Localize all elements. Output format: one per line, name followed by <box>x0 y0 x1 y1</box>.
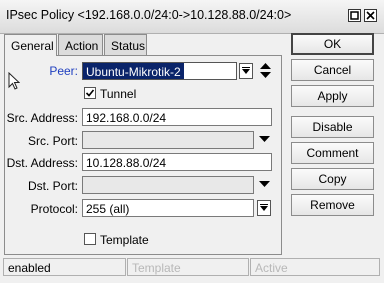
close-icon <box>366 11 375 20</box>
tab-status[interactable]: Status <box>104 34 147 55</box>
src-port-input[interactable] <box>82 131 254 149</box>
tunnel-checkbox[interactable] <box>84 87 96 99</box>
template-checkbox[interactable] <box>84 233 96 245</box>
src-port-dropdown-icon[interactable] <box>259 135 270 143</box>
tab-label: Status <box>111 39 146 53</box>
status-active: Active <box>250 258 380 276</box>
ipsec-policy-window: IPsec Policy <192.168.0.0/24:0->10.128.8… <box>0 0 384 283</box>
comment-button[interactable]: Comment <box>291 142 374 164</box>
restore-icon <box>350 11 359 20</box>
status-template: Template <box>127 258 249 276</box>
dst-address-value: 10.128.88.0/24 <box>86 156 167 170</box>
remove-button[interactable]: Remove <box>291 194 374 216</box>
ok-button[interactable]: OK <box>291 33 374 55</box>
disable-button[interactable]: Disable <box>291 116 374 138</box>
window-title: IPsec Policy <192.168.0.0/24:0->10.128.8… <box>6 8 292 22</box>
src-address-label: Src. Address: <box>6 111 78 125</box>
checkmark-icon <box>85 89 95 97</box>
dst-port-input[interactable] <box>82 176 254 194</box>
copy-button[interactable]: Copy <box>291 168 374 190</box>
protocol-select[interactable]: 255 (all) <box>82 199 254 217</box>
status-enabled: enabled <box>3 258 126 276</box>
src-address-value: 192.168.0.0/24 <box>86 111 167 125</box>
peer-dropdown-button[interactable] <box>239 63 253 79</box>
tab-label: General <box>11 39 54 53</box>
dst-address-input[interactable]: 10.128.88.0/24 <box>82 153 272 171</box>
peer-select[interactable]: Ubuntu-Mikrotik-2 <box>82 62 237 80</box>
dropdown-arrow-icon <box>242 67 250 74</box>
restore-button[interactable] <box>348 9 361 22</box>
protocol-dropdown-button[interactable] <box>257 200 271 216</box>
src-port-label: Src. Port: <box>27 134 78 148</box>
up-down-arrows-icon[interactable] <box>259 62 272 79</box>
tunnel-label: Tunnel <box>100 87 137 101</box>
apply-button[interactable]: Apply <box>291 85 374 107</box>
protocol-label: Protocol: <box>30 202 78 216</box>
tab-action[interactable]: Action <box>58 34 103 55</box>
template-label: Template <box>100 233 149 247</box>
dropdown-arrow-icon <box>260 204 268 211</box>
cancel-button[interactable]: Cancel <box>291 59 374 81</box>
src-address-input[interactable]: 192.168.0.0/24 <box>82 108 272 126</box>
tab-label: Action <box>65 39 99 53</box>
dst-address-label: Dst. Address: <box>6 156 78 170</box>
dst-port-label: Dst. Port: <box>27 179 78 193</box>
close-button[interactable] <box>364 9 377 22</box>
peer-value: Ubuntu-Mikrotik-2 <box>83 63 184 79</box>
protocol-value: 255 (all) <box>86 202 130 216</box>
title-bar[interactable]: IPsec Policy <192.168.0.0/24:0->10.128.8… <box>0 0 384 34</box>
dst-port-dropdown-icon[interactable] <box>259 180 270 188</box>
peer-label: Peer: <box>49 64 78 78</box>
tab-general[interactable]: General <box>4 34 57 56</box>
